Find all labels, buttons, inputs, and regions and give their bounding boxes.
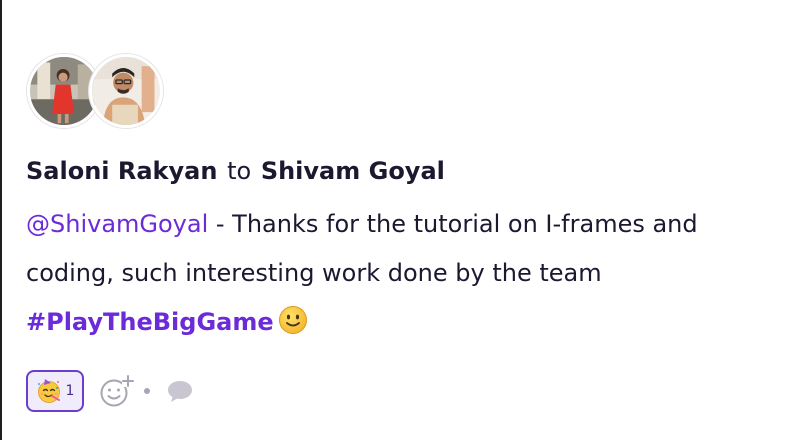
- partying-face-icon: [37, 379, 60, 403]
- recipient-name[interactable]: Shivam Goyal: [261, 157, 445, 185]
- post-card: Saloni Rakyan to Shivam Goyal @ShivamGoy…: [0, 0, 788, 440]
- avatar-photo-saloni-icon: [30, 57, 98, 125]
- mention-link[interactable]: @ShivamGoyal: [26, 210, 208, 238]
- post-header: Saloni Rakyan to Shivam Goyal: [26, 157, 445, 185]
- hashtag-link[interactable]: #PlayTheBigGame: [26, 308, 274, 336]
- connector-text: to: [227, 157, 252, 185]
- post-message: @ShivamGoyal - Thanks for the tutorial o…: [26, 200, 776, 347]
- avatar-shivam[interactable]: [89, 54, 163, 128]
- avatar-photo-shivam-icon: [92, 57, 160, 125]
- comment-icon: [168, 381, 192, 402]
- separator-dot: [144, 388, 150, 394]
- reaction-partying-face-button[interactable]: 1: [26, 370, 84, 412]
- reaction-count: 1: [65, 383, 75, 399]
- author-name[interactable]: Saloni Rakyan: [26, 157, 217, 185]
- add-reaction-button[interactable]: [98, 373, 134, 409]
- slightly-smiling-face-icon: [278, 306, 307, 334]
- post-actions: 1: [26, 370, 194, 412]
- avatar-group: [27, 54, 167, 130]
- comment-button[interactable]: [166, 378, 194, 404]
- add-reaction-icon: [100, 375, 134, 407]
